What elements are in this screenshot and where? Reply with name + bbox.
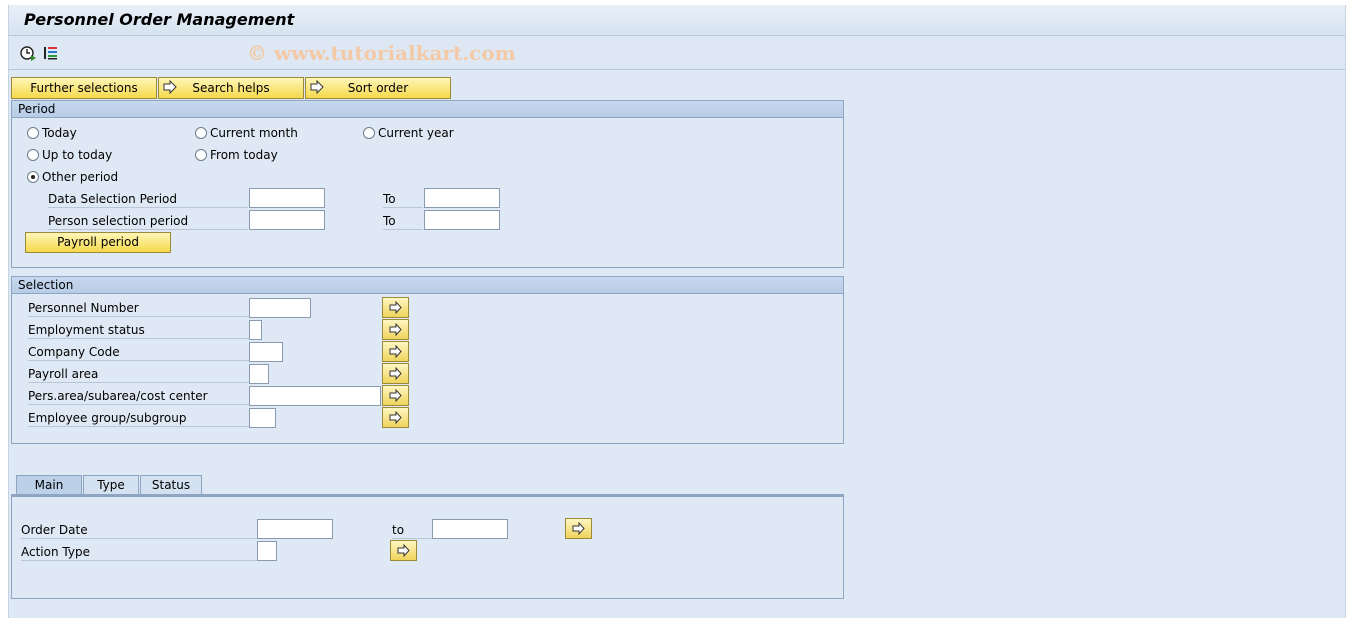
employment-status-multiple-selection-button[interactable]	[382, 319, 409, 340]
personnel-number-label: Personnel Number	[28, 300, 250, 317]
action-type-multiple-selection-button[interactable]	[390, 540, 417, 561]
selection-group: Selection Personnel Number Employment st…	[11, 276, 844, 444]
personnel-number-field[interactable]	[249, 298, 311, 318]
pers-area-field[interactable]	[249, 386, 381, 406]
search-helps-label: Search helps	[192, 81, 270, 95]
radio-from-today-label: From today	[210, 148, 278, 162]
radio-from-today[interactable]: From today	[195, 148, 278, 162]
company-code-multiple-selection-button[interactable]	[382, 341, 409, 362]
data-selection-to-field[interactable]	[424, 188, 500, 208]
radio-circle[interactable]	[195, 127, 207, 139]
action-type-field[interactable]	[257, 541, 277, 561]
sort-order-button[interactable]: Sort order	[305, 77, 451, 99]
watermark-text: © www.tutorialkart.com	[247, 41, 516, 65]
period-group-title: Period	[12, 101, 843, 118]
tab-status[interactable]: Status	[140, 475, 202, 494]
page-title: Personnel Order Management	[24, 10, 295, 29]
employment-status-label: Employment status	[28, 322, 250, 339]
selection-group-title: Selection	[12, 277, 843, 294]
radio-current-year[interactable]: Current year	[363, 126, 454, 140]
to-label: To	[383, 191, 423, 208]
further-selections-button[interactable]: Further selections	[11, 77, 157, 99]
pers-area-label: Pers.area/subarea/cost center	[28, 388, 250, 405]
employee-group-field[interactable]	[249, 408, 276, 428]
radio-other-period[interactable]: Other period	[27, 170, 118, 184]
further-selections-label: Further selections	[30, 81, 138, 95]
sort-order-label: Sort order	[347, 81, 409, 95]
period-group: Period Today Current month Current year …	[11, 100, 844, 268]
radio-today-label: Today	[42, 126, 77, 140]
person-selection-to-field[interactable]	[424, 210, 500, 230]
radio-circle[interactable]	[363, 127, 375, 139]
clock-execute-icon[interactable]	[19, 44, 37, 62]
tab-main[interactable]: Main	[16, 475, 82, 494]
order-date-multiple-selection-button[interactable]	[565, 518, 592, 539]
tab-type[interactable]: Type	[83, 475, 139, 494]
title-bar: Personnel Order Management	[9, 5, 1345, 36]
search-helps-button[interactable]: Search helps	[158, 77, 304, 99]
radio-circle[interactable]	[27, 127, 39, 139]
main-tab-panel: Order Date to Action Type	[11, 494, 844, 599]
radio-circle[interactable]	[27, 149, 39, 161]
radio-other-period-label: Other period	[42, 170, 119, 184]
selection-variants-icon[interactable]	[42, 44, 60, 62]
arrow-right-icon	[163, 80, 177, 94]
radio-circle-selected[interactable]	[27, 171, 39, 183]
data-selection-period-label: Data Selection Period	[48, 191, 248, 208]
radio-current-year-label: Current year	[378, 126, 454, 140]
person-selection-period-label: Person selection period	[48, 213, 248, 230]
app-window: Personnel Order Management © www.tutoria…	[8, 5, 1346, 618]
payroll-area-label: Payroll area	[28, 366, 250, 383]
application-toolbar: © www.tutorialkart.com	[9, 36, 1345, 70]
to-label: to	[392, 522, 432, 539]
radio-today[interactable]: Today	[27, 126, 77, 140]
payroll-area-field[interactable]	[249, 364, 269, 384]
company-code-field[interactable]	[249, 342, 283, 362]
company-code-label: Company Code	[28, 344, 250, 361]
order-date-label: Order Date	[21, 522, 261, 539]
data-selection-from-field[interactable]	[249, 188, 325, 208]
personnel-number-multiple-selection-button[interactable]	[382, 297, 409, 318]
employee-group-label: Employee group/subgroup	[28, 410, 250, 427]
employment-status-field[interactable]	[249, 320, 262, 340]
employee-group-multiple-selection-button[interactable]	[382, 407, 409, 428]
radio-up-to-today-label: Up to today	[42, 148, 113, 162]
order-date-from-field[interactable]	[257, 519, 333, 539]
order-date-to-field[interactable]	[432, 519, 508, 539]
action-type-label: Action Type	[21, 544, 261, 561]
radio-up-to-today[interactable]: Up to today	[27, 148, 112, 162]
radio-circle[interactable]	[195, 149, 207, 161]
radio-current-month-label: Current month	[210, 126, 298, 140]
payroll-period-button[interactable]: Payroll period	[25, 232, 171, 253]
pers-area-multiple-selection-button[interactable]	[382, 385, 409, 406]
arrow-right-icon	[310, 80, 324, 94]
to-label: To	[383, 213, 423, 230]
person-selection-from-field[interactable]	[249, 210, 325, 230]
payroll-area-multiple-selection-button[interactable]	[382, 363, 409, 384]
radio-current-month[interactable]: Current month	[195, 126, 298, 140]
